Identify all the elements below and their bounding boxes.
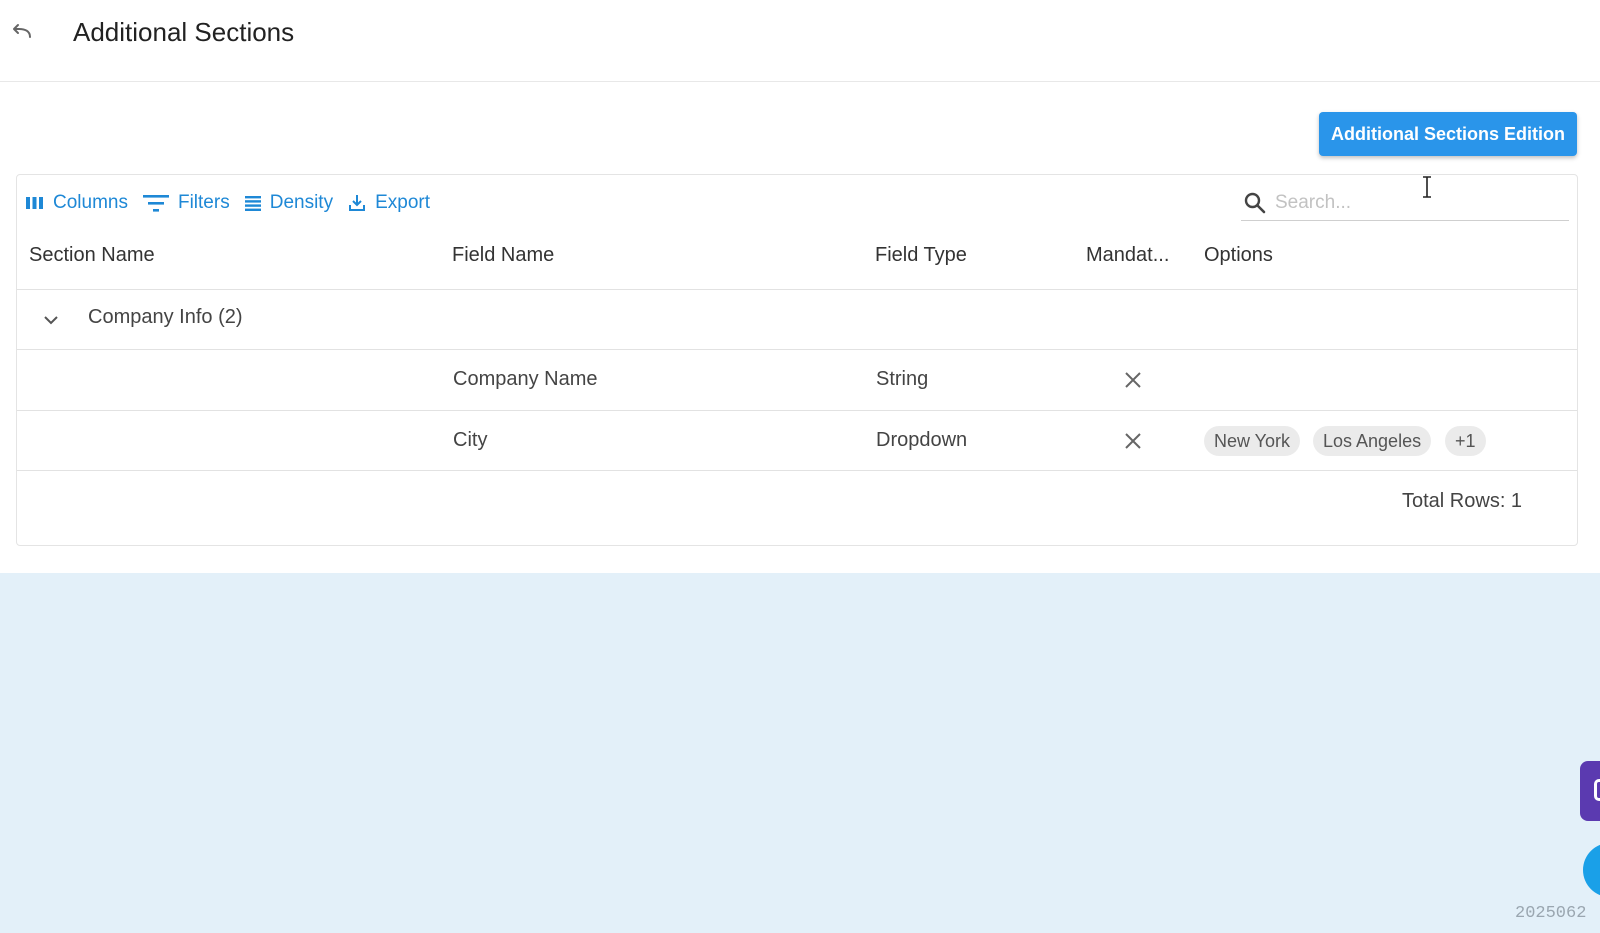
page-header: Additional Sections <box>0 0 1600 82</box>
columns-button[interactable]: Columns <box>25 192 128 214</box>
search-input[interactable] <box>1275 191 1555 214</box>
chat-widget-button[interactable] <box>1580 761 1600 821</box>
row-divider <box>17 470 1577 471</box>
group-label: Company Info (2) <box>88 306 243 328</box>
filters-button[interactable]: Filters <box>142 192 230 214</box>
help-fab-button[interactable] <box>1583 843 1600 897</box>
back-arrow-icon[interactable] <box>10 20 34 44</box>
columns-icon <box>26 197 43 209</box>
column-header-options[interactable]: Options <box>1204 240 1404 270</box>
density-button[interactable]: Density <box>244 192 333 214</box>
column-header-field-name[interactable]: Field Name <box>452 240 852 270</box>
export-label: Export <box>375 192 430 213</box>
search-icon <box>1244 192 1266 213</box>
row-divider <box>17 349 1577 350</box>
field-type-cell: String <box>876 368 929 390</box>
column-header-section-name[interactable]: Section Name <box>29 240 429 270</box>
column-header-field-type[interactable]: Field Type <box>875 240 1075 270</box>
text-cursor-icon <box>1423 176 1431 198</box>
search-field <box>1241 185 1569 221</box>
columns-label: Columns <box>53 192 128 213</box>
page-title: Additional Sections <box>73 17 295 47</box>
field-name-cell: Company Name <box>453 368 598 390</box>
option-chip: New York <box>1204 426 1301 456</box>
close-icon <box>1125 372 1141 388</box>
density-label: Density <box>269 192 334 213</box>
close-icon <box>1125 433 1141 449</box>
filters-label: Filters <box>177 192 230 213</box>
column-header-mandatory[interactable]: Mandat... <box>1086 240 1186 270</box>
row-divider <box>17 410 1577 411</box>
total-rows: Total Rows: 1 <box>1402 490 1523 512</box>
field-name-cell: City <box>453 429 488 451</box>
field-type-cell: Dropdown <box>876 429 968 451</box>
filter-icon <box>142 195 169 212</box>
chat-icon <box>1594 779 1600 801</box>
density-icon <box>244 196 261 211</box>
group-row-company-info[interactable]: Company Info (2) <box>17 290 1577 351</box>
chevron-down-icon[interactable] <box>41 310 61 330</box>
options-more-chip[interactable]: +1 <box>1445 426 1486 456</box>
additional-sections-edition-button[interactable]: Additional Sections Edition <box>1319 112 1577 156</box>
grid-toolbar: Columns Filters Density Export <box>25 189 444 217</box>
version-label: 2025062 <box>1515 904 1587 923</box>
download-icon <box>349 195 366 211</box>
data-grid: Columns Filters Density Export Search... <box>16 174 1578 546</box>
export-button[interactable]: Export <box>347 192 430 214</box>
option-chip: Los Angeles <box>1313 426 1432 456</box>
